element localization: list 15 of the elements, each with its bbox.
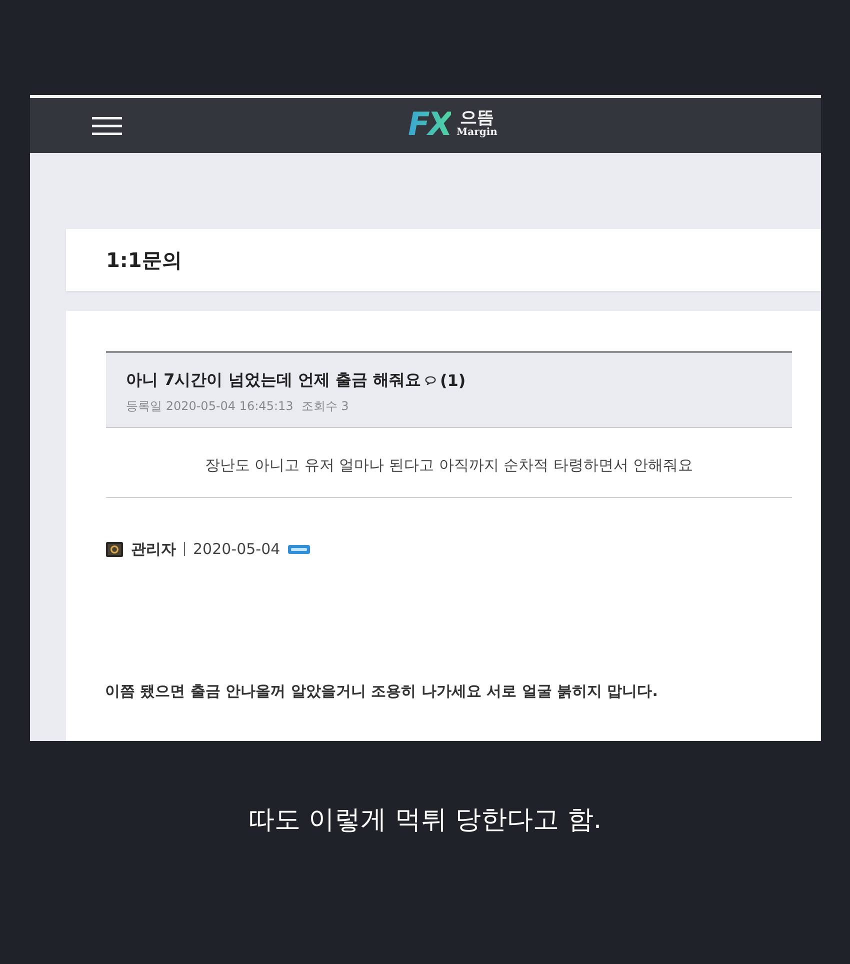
comment-count: (1) xyxy=(440,371,466,390)
post-registered-date: 등록일 2020-05-04 16:45:13 xyxy=(126,398,294,415)
post-title: 아니 7시간이 넘었는데 언제 출금 해줘요 xyxy=(126,370,421,391)
caption: 따도 이렇게 먹튀 당한다고 함. xyxy=(247,804,603,837)
logo-tagline: Margin xyxy=(456,128,498,138)
reply-author: 관리자 xyxy=(131,540,176,558)
menu-icon[interactable] xyxy=(92,116,122,134)
reply-date: 2020-05-04 xyxy=(193,540,280,558)
page-title: 1:1문의 xyxy=(106,246,182,274)
speech-bubble-icon xyxy=(424,376,436,385)
ring-badge-icon xyxy=(106,542,123,556)
post-body: 장난도 아니고 유저 얼마나 된다고 아직까지 순차적 타령하면서 안해줘요 xyxy=(204,456,694,476)
post-view-count: 조회수 3 xyxy=(301,398,349,415)
logo-name: 으뜸 xyxy=(460,110,494,127)
reply-body: 이쯤 됐으면 출금 안나올꺼 알았을거니 조용히 나가세요 서로 얼굴 붉히지 맙니다. xyxy=(105,682,659,700)
